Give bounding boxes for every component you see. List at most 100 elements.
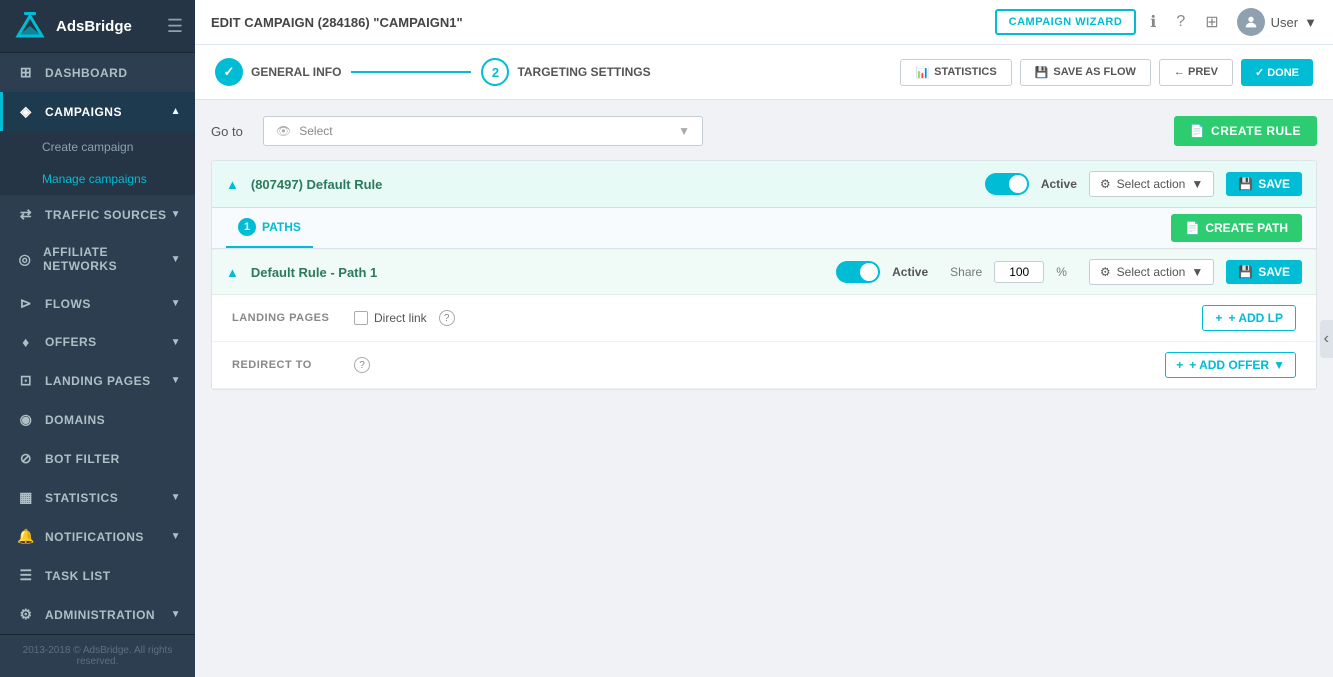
avatar bbox=[1237, 8, 1265, 36]
rule-toggle-slider bbox=[985, 173, 1029, 195]
rule-save-icon: 💾 bbox=[1238, 177, 1253, 191]
rule-action-arrow-icon: ▼ bbox=[1191, 177, 1203, 191]
sidebar-item-landing-pages[interactable]: ⊡ LANDING PAGES ▼ bbox=[0, 361, 195, 400]
sidebar-label-domains: DOMAINS bbox=[45, 413, 105, 427]
add-offer-button[interactable]: + + ADD OFFER ▼ bbox=[1165, 352, 1296, 378]
sidebar: AdsBridge ☰ ⊞ DASHBOARD ◈ CAMPAIGNS ▲ Cr… bbox=[0, 0, 195, 677]
user-label: User bbox=[1271, 15, 1298, 30]
affiliate-networks-icon: ◎ bbox=[17, 251, 33, 268]
done-button[interactable]: ✓ DONE bbox=[1241, 59, 1313, 86]
path-share-input[interactable] bbox=[994, 261, 1044, 283]
sidebar-header: AdsBridge ☰ bbox=[0, 0, 195, 53]
offers-icon: ♦ bbox=[17, 334, 35, 350]
sidebar-item-administration[interactable]: ⚙ ADMINISTRATION ▼ bbox=[0, 595, 195, 634]
add-lp-plus-icon: + bbox=[1215, 311, 1222, 325]
path-percent-label: % bbox=[1056, 265, 1067, 279]
paths-tab-item[interactable]: 1 PATHS bbox=[226, 208, 313, 248]
wizard-step1-circle: ✓ bbox=[215, 58, 243, 86]
campaign-wizard-button[interactable]: CAMPAIGN WIZARD bbox=[995, 9, 1137, 35]
notifications-icon: 🔔 bbox=[17, 528, 35, 545]
bar-chart-icon: 📊 bbox=[915, 66, 929, 79]
wizard-step2-label: TARGETING SETTINGS bbox=[517, 65, 650, 79]
rule-save-label: SAVE bbox=[1258, 177, 1290, 191]
sidebar-subitem-manage-campaigns[interactable]: Manage campaigns bbox=[0, 163, 195, 195]
add-lp-btn-label: + ADD LP bbox=[1228, 311, 1283, 325]
rule-select-action-label: Select action bbox=[1117, 177, 1186, 191]
redirect-to-row: REDIRECT TO ? + + ADD OFFER ▼ bbox=[212, 342, 1316, 389]
sidebar-item-flows[interactable]: ⊳ FLOWS ▼ bbox=[0, 284, 195, 323]
paths-count-badge: 1 bbox=[238, 218, 256, 236]
sidebar-item-offers[interactable]: ♦ OFFERS ▼ bbox=[0, 323, 195, 361]
sidebar-item-statistics[interactable]: ▦ STATISTICS ▼ bbox=[0, 478, 195, 517]
statistics-arrow-icon: ▼ bbox=[171, 492, 181, 503]
rule-select-action-button[interactable]: ⚙ Select action ▼ bbox=[1089, 171, 1214, 197]
sidebar-subitem-create-campaign[interactable]: Create campaign bbox=[0, 131, 195, 163]
path-share-label: Share bbox=[950, 265, 982, 279]
info-icon: ℹ bbox=[1150, 14, 1156, 31]
add-lp-button[interactable]: + + ADD LP bbox=[1202, 305, 1296, 331]
sidebar-item-dashboard[interactable]: ⊞ DASHBOARD bbox=[0, 53, 195, 92]
dashboard-icon: ⊞ bbox=[17, 64, 35, 81]
task-list-icon: ☰ bbox=[17, 567, 35, 584]
wizard-step-2: 2 TARGETING SETTINGS bbox=[481, 58, 650, 86]
save-as-flow-button[interactable]: 💾 SAVE AS FLOW bbox=[1020, 59, 1151, 86]
sidebar-item-affiliate-networks[interactable]: ◎ AFFILIATE NETWORKS ▼ bbox=[0, 234, 195, 284]
help-icon: ? bbox=[1176, 13, 1185, 30]
traffic-sources-icon: ⇄ bbox=[17, 206, 35, 223]
sidebar-item-bot-filter[interactable]: ⊘ BOT FILTER bbox=[0, 439, 195, 478]
path-collapse-button[interactable]: ▲ bbox=[226, 265, 239, 280]
rule-save-button[interactable]: 💾 SAVE bbox=[1226, 172, 1302, 196]
landing-pages-section-label: LANDING PAGES bbox=[232, 312, 342, 324]
redirect-to-section-label: REDIRECT TO bbox=[232, 359, 342, 371]
administration-arrow-icon: ▼ bbox=[171, 609, 181, 620]
sidebar-item-traffic-sources[interactable]: ⇄ TRAFFIC SOURCES ▼ bbox=[0, 195, 195, 234]
page-title: EDIT CAMPAIGN (284186) "CAMPAIGN1" bbox=[211, 15, 995, 30]
add-offer-arrow-icon: ▼ bbox=[1273, 358, 1285, 372]
sidebar-item-campaigns[interactable]: ◈ CAMPAIGNS ▲ bbox=[0, 92, 195, 131]
right-collapse-tab[interactable]: ‹ bbox=[1320, 320, 1333, 358]
rule-active-toggle[interactable] bbox=[985, 173, 1029, 195]
add-offer-btn-label: + ADD OFFER bbox=[1189, 358, 1269, 372]
sidebar-item-task-list[interactable]: ☰ TASK LIST bbox=[0, 556, 195, 595]
help-icon-button[interactable]: ? bbox=[1170, 9, 1191, 35]
prev-button[interactable]: ← PREV bbox=[1159, 59, 1233, 86]
create-path-button[interactable]: 📄 CREATE PATH bbox=[1171, 214, 1302, 242]
traffic-sources-arrow-icon: ▼ bbox=[171, 209, 181, 220]
rule-collapse-button[interactable]: ▲ bbox=[226, 177, 239, 192]
sidebar-item-notifications[interactable]: 🔔 NOTIFICATIONS ▼ bbox=[0, 517, 195, 556]
campaigns-arrow-icon: ▲ bbox=[171, 106, 181, 117]
sidebar-item-domains[interactable]: ◉ DOMAINS bbox=[0, 400, 195, 439]
user-menu[interactable]: User ▼ bbox=[1237, 8, 1317, 36]
create-rule-button[interactable]: 📄 CREATE RULE bbox=[1174, 116, 1317, 146]
sidebar-footer: 2013-2018 © AdsBridge. All rights reserv… bbox=[0, 634, 195, 677]
landing-pages-help-icon[interactable]: ? bbox=[439, 310, 455, 326]
path-title: Default Rule - Path 1 bbox=[251, 265, 377, 280]
direct-link-checkbox-group[interactable]: Direct link bbox=[354, 311, 427, 325]
direct-link-checkbox[interactable] bbox=[354, 311, 368, 325]
create-path-icon: 📄 bbox=[1185, 221, 1200, 235]
path-save-button[interactable]: 💾 SAVE bbox=[1226, 260, 1302, 284]
path-active-toggle[interactable] bbox=[836, 261, 880, 283]
path-save-label: SAVE bbox=[1258, 265, 1290, 279]
wizard-header: ✓ GENERAL INFO 2 TARGETING SETTINGS 📊 ST… bbox=[195, 45, 1333, 100]
grid-icon-button[interactable]: ⊞ bbox=[1199, 8, 1224, 36]
paths-tab-label: PATHS bbox=[262, 220, 301, 234]
path-item: ▲ Default Rule - Path 1 Active Share % ⚙ bbox=[212, 249, 1316, 389]
path-select-action-button[interactable]: ⚙ Select action ▼ bbox=[1089, 259, 1214, 285]
path-select-action-label: Select action bbox=[1117, 265, 1186, 279]
sidebar-hamburger-icon[interactable]: ☰ bbox=[167, 16, 183, 37]
sidebar-label-affiliate-networks: AFFILIATE NETWORKS bbox=[43, 245, 171, 273]
rule-active-label: Active bbox=[1041, 177, 1077, 191]
statistics-button[interactable]: 📊 STATISTICS bbox=[900, 59, 1011, 86]
goto-select-arrow-icon: ▼ bbox=[678, 124, 690, 138]
path-save-icon: 💾 bbox=[1238, 265, 1253, 279]
redirect-to-help-icon[interactable]: ? bbox=[354, 357, 370, 373]
user-menu-arrow-icon: ▼ bbox=[1304, 15, 1317, 30]
eye-icon: 👁 bbox=[276, 124, 291, 138]
info-icon-button[interactable]: ℹ bbox=[1144, 8, 1162, 36]
goto-select[interactable]: 👁 Select ▼ bbox=[263, 116, 703, 146]
rule-header: ▲ (807497) Default Rule Active ⚙ Select … bbox=[212, 161, 1316, 208]
save-flow-icon: 💾 bbox=[1035, 66, 1049, 79]
goto-row: Go to 👁 Select ▼ 📄 CREATE RULE bbox=[211, 116, 1317, 146]
offers-arrow-icon: ▼ bbox=[171, 337, 181, 348]
